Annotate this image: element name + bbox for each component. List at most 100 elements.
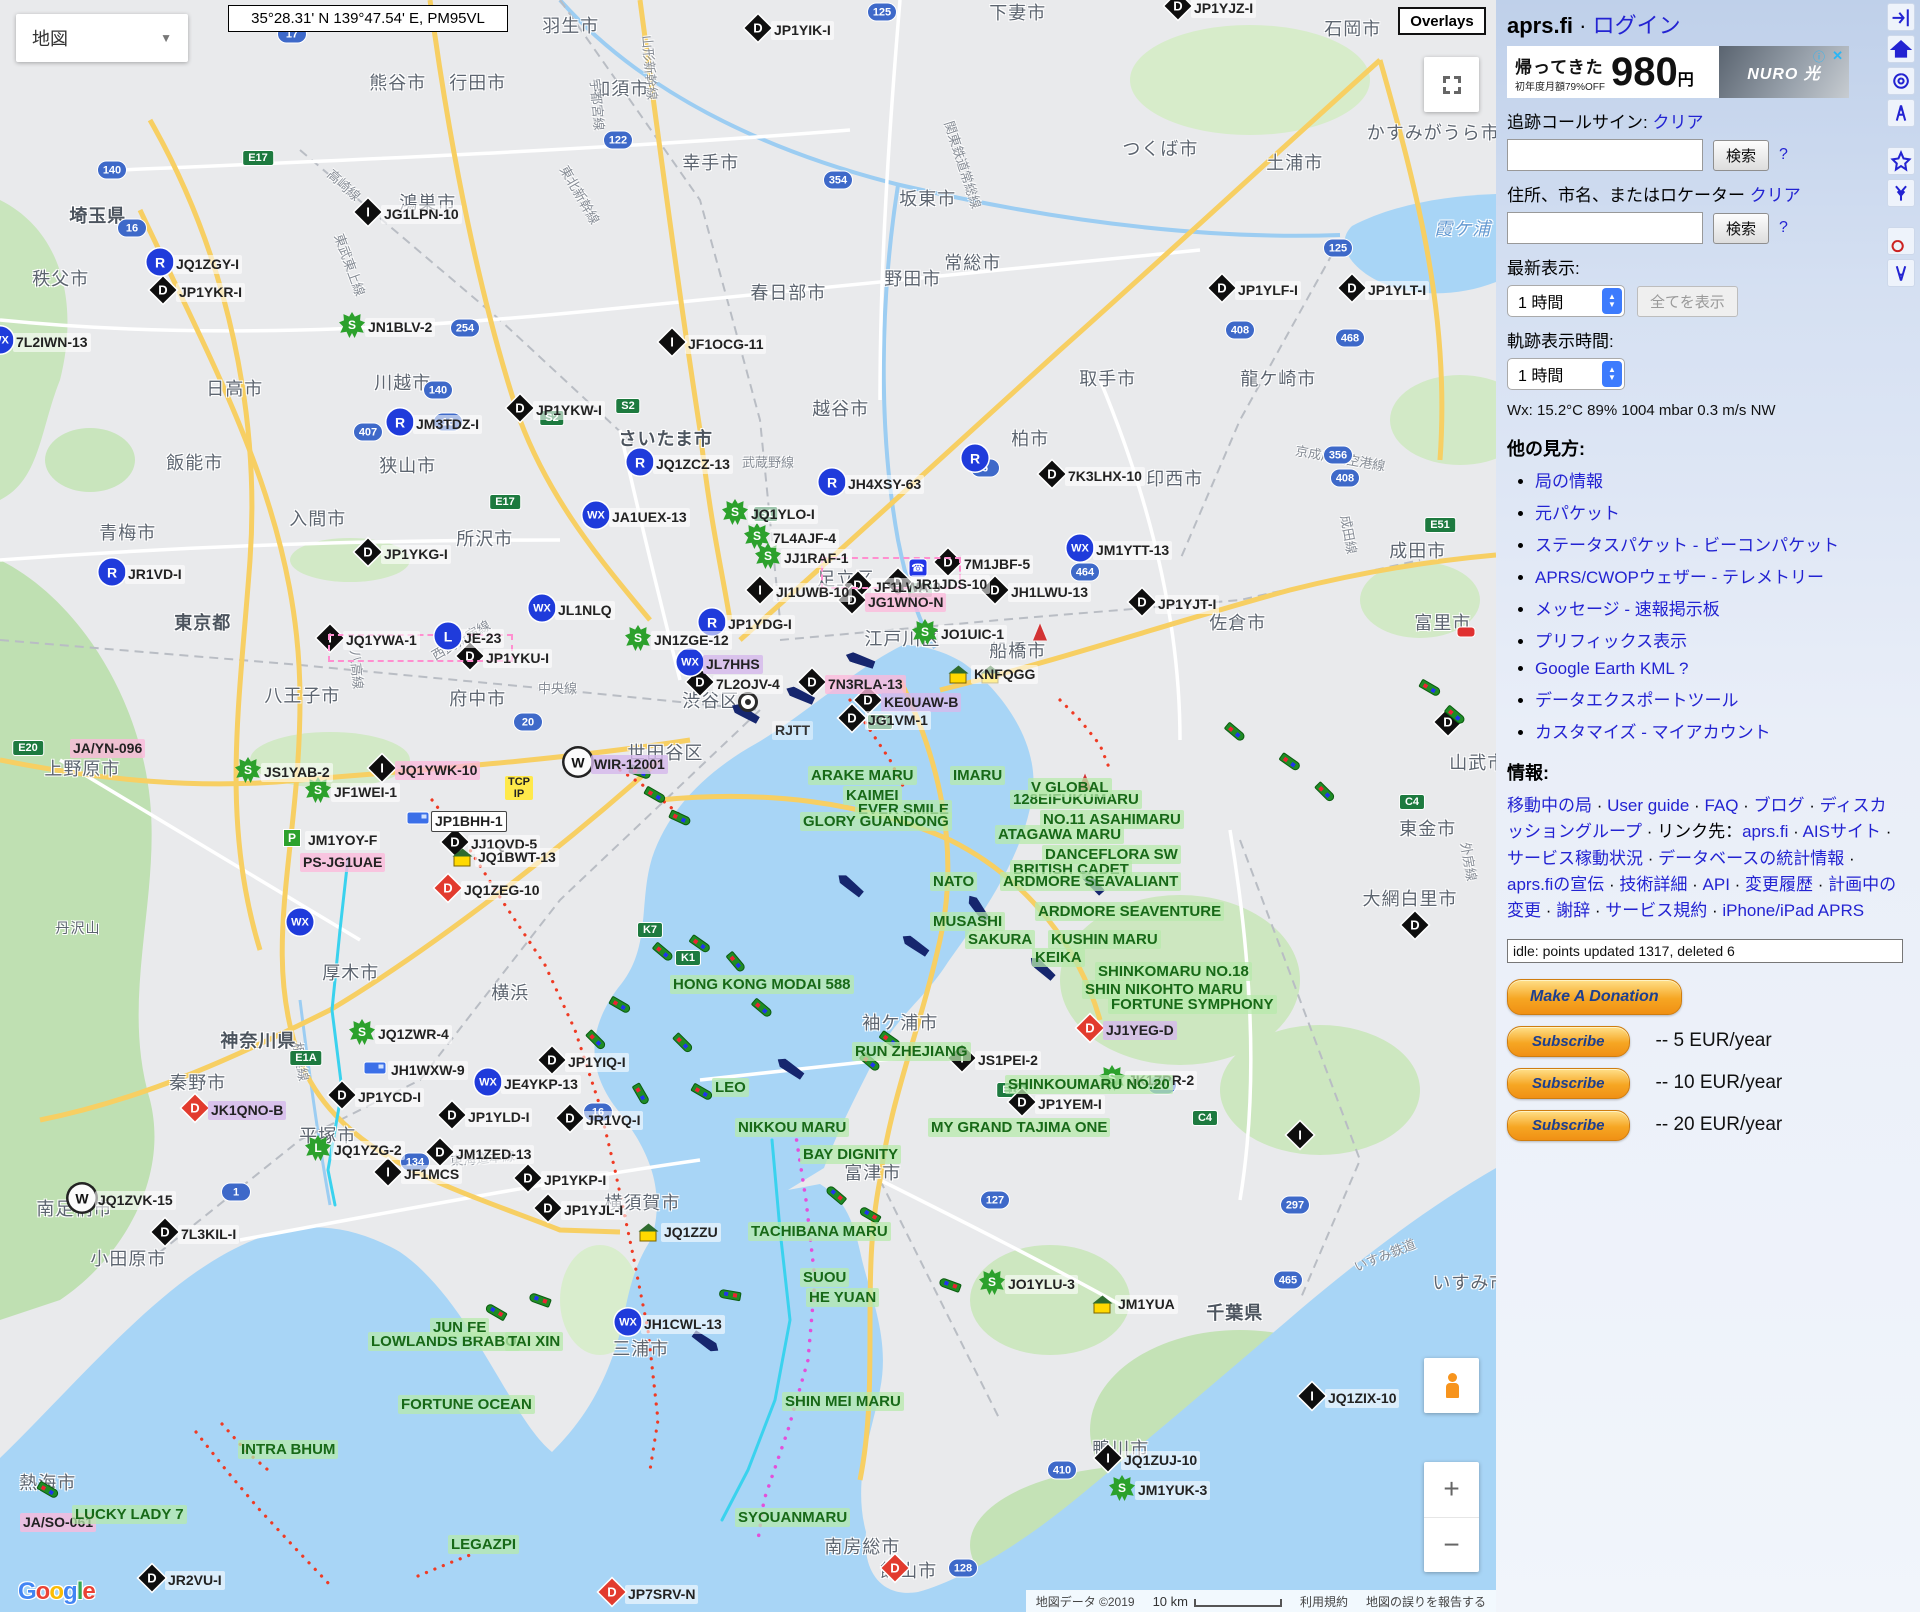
station-callsign-label[interactable]: JN1ZGE-12 (651, 631, 732, 650)
login-link[interactable]: ログイン (1593, 13, 1681, 38)
station-callsign-label[interactable]: JR2VU-I (165, 1571, 225, 1590)
station-callsign-label[interactable]: 7L2OJV-4 (713, 675, 783, 694)
station-callsign-label[interactable]: JQ1ZZU (661, 1223, 721, 1242)
subscribe-button[interactable]: Subscribe (1507, 1068, 1630, 1099)
ais-vessel-icon[interactable] (1278, 752, 1301, 772)
tree-icon[interactable] (1887, 179, 1915, 207)
station-callsign-label[interactable]: JH4XSY-63 (845, 475, 924, 494)
globe-icon[interactable] (1887, 227, 1915, 255)
station-marker[interactable]: I (355, 199, 382, 226)
station-callsign-label[interactable]: JP1YKU-I (483, 649, 552, 668)
ais-ship-name-label[interactable]: LEO (712, 1078, 749, 1097)
info-link[interactable]: 謝辞 (1556, 901, 1590, 920)
station-callsign-label[interactable]: JP1YKR-I (176, 283, 245, 302)
ais-ship-name-label[interactable]: LEGAZPI (448, 1535, 519, 1554)
pegman-button[interactable] (1424, 1358, 1479, 1413)
station-callsign-label[interactable]: JR1VD-I (125, 565, 185, 584)
ais-vessel-icon[interactable] (643, 786, 667, 805)
station-callsign-label[interactable]: JQ1YWA-1 (343, 631, 420, 650)
station-marker[interactable]: D (150, 277, 177, 304)
ais-vessel-icon[interactable] (668, 809, 692, 826)
info-link[interactable]: サービス規約 (1605, 901, 1707, 920)
station-callsign-label[interactable]: JP1YJL-I (561, 1201, 626, 1220)
address-help-link[interactable]: ? (1779, 219, 1788, 237)
compass-icon[interactable] (1887, 259, 1915, 287)
ais-ship-name-label[interactable]: ARAKE MARU (808, 766, 917, 785)
info-link[interactable]: サービス稼動状況 (1507, 849, 1643, 868)
station-callsign-label[interactable]: JP1YIQ-I (565, 1053, 629, 1072)
home-icon[interactable] (1887, 35, 1915, 63)
station-marker[interactable]: D (1077, 1015, 1104, 1042)
trail-select[interactable]: 1 時間 ▲▼ (1507, 358, 1625, 390)
station-callsign-label[interactable]: JQ1ZIX-10 (1325, 1389, 1399, 1408)
other-view-link[interactable]: データエクスポートツール (1535, 691, 1739, 710)
ais-vessel-icon[interactable] (718, 1289, 741, 1302)
station-marker[interactable]: D (1402, 912, 1429, 939)
station-marker[interactable]: D (139, 1565, 166, 1592)
station-marker[interactable]: S (349, 1019, 375, 1045)
station-marker[interactable]: L (435, 623, 462, 650)
clear-callsign-link[interactable]: クリア (1652, 113, 1703, 132)
ais-vessel-icon[interactable] (1418, 679, 1442, 698)
ais-vessel-icon[interactable] (1314, 781, 1336, 803)
station-marker[interactable]: S (722, 499, 748, 525)
station-callsign-label[interactable]: JM1YUA (1115, 1295, 1178, 1314)
ad-info-icon[interactable]: ⓘ (1813, 48, 1825, 65)
station-marker[interactable]: WX (615, 1309, 642, 1336)
navy-vessel-icon[interactable] (900, 932, 930, 957)
station-marker[interactable]: I (369, 755, 396, 782)
station-marker[interactable]: WX (0, 327, 14, 354)
station-marker[interactable]: D (427, 1139, 454, 1166)
station-callsign-label[interactable]: JH1CWL-13 (641, 1315, 725, 1334)
station-callsign-label[interactable]: JF1WEI-1 (331, 783, 400, 802)
station-callsign-label[interactable]: JQ1YWK-10 (395, 761, 480, 780)
map-type-selector[interactable]: 地図 ▼ (16, 14, 188, 62)
ais-ship-name-label[interactable]: SYOUANMARU (735, 1508, 850, 1527)
station-callsign-label[interactable]: JJ1RAF-1 (781, 549, 852, 568)
station-marker[interactable]: R (99, 559, 126, 586)
house-station-icon[interactable] (950, 673, 967, 684)
info-link[interactable]: 変更履歴 (1745, 875, 1813, 894)
antenna-tower-icon[interactable] (1033, 624, 1047, 641)
station-callsign-label[interactable]: KE0UAW-B (881, 693, 961, 712)
station-callsign-label[interactable]: JQ1ZGY-I (173, 255, 242, 274)
station-callsign-label[interactable]: JL7HHS (703, 655, 763, 674)
station-marker[interactable]: S (235, 757, 261, 783)
station-marker[interactable]: D (1339, 275, 1366, 302)
station-callsign-label[interactable]: JQ1ZVK-15 (95, 1191, 176, 1210)
info-link[interactable]: 移動中の局 (1507, 796, 1592, 815)
station-marker[interactable]: S (1109, 1475, 1135, 1501)
station-marker[interactable]: D (515, 1165, 542, 1192)
station-marker[interactable]: D (152, 1219, 179, 1246)
ais-ship-name-label[interactable]: V GLOBAL (1028, 778, 1112, 797)
info-link[interactable]: データベースの統計情報 (1658, 849, 1844, 868)
station-marker[interactable]: I (1287, 1122, 1314, 1149)
station-marker[interactable]: WX (475, 1069, 502, 1096)
ais-ship-name-label[interactable]: NATO (930, 872, 977, 891)
station-callsign-label[interactable]: RJTT (772, 721, 813, 740)
ais-ship-name-label[interactable]: FORTUNE SYMPHONY (1108, 995, 1277, 1014)
house-station-icon[interactable] (640, 1231, 657, 1242)
target-icon[interactable] (1887, 67, 1915, 95)
station-callsign-label[interactable]: JQ1YLO-I (748, 505, 818, 524)
station-callsign-label[interactable]: JP1YKP-I (541, 1171, 609, 1190)
station-marker[interactable]: D (745, 15, 772, 42)
ais-ship-name-label[interactable]: SHINKOMARU NO.18 (1095, 962, 1252, 981)
station-marker[interactable]: D (182, 1095, 209, 1122)
station-marker[interactable]: I (1095, 1445, 1122, 1472)
station-callsign-label[interactable]: JH1LWU-13 (1008, 583, 1091, 602)
station-marker[interactable]: I (659, 329, 686, 356)
terms-link[interactable]: 利用規約 (1300, 1593, 1348, 1610)
station-callsign-label[interactable]: JE-23 (461, 629, 504, 648)
station-marker[interactable]: WX (677, 649, 704, 676)
station-marker[interactable]: R (147, 249, 174, 276)
ais-ship-name-label[interactable]: NIKKOU MARU (735, 1118, 849, 1137)
ais-ship-name-label[interactable]: ARDMORE SEAVALIANT (1000, 872, 1181, 891)
station-marker[interactable]: D (535, 1195, 562, 1222)
station-callsign-label[interactable]: JP1YKG-I (381, 545, 451, 564)
info-link[interactable]: iPhone/iPad APRS (1722, 901, 1864, 920)
station-callsign-label[interactable]: JI1UWB-10 (773, 583, 852, 602)
station-marker[interactable]: D (839, 705, 866, 732)
station-callsign-label[interactable]: JQ1YZG-2 (331, 1141, 405, 1160)
station-marker[interactable]: D (439, 1102, 466, 1129)
